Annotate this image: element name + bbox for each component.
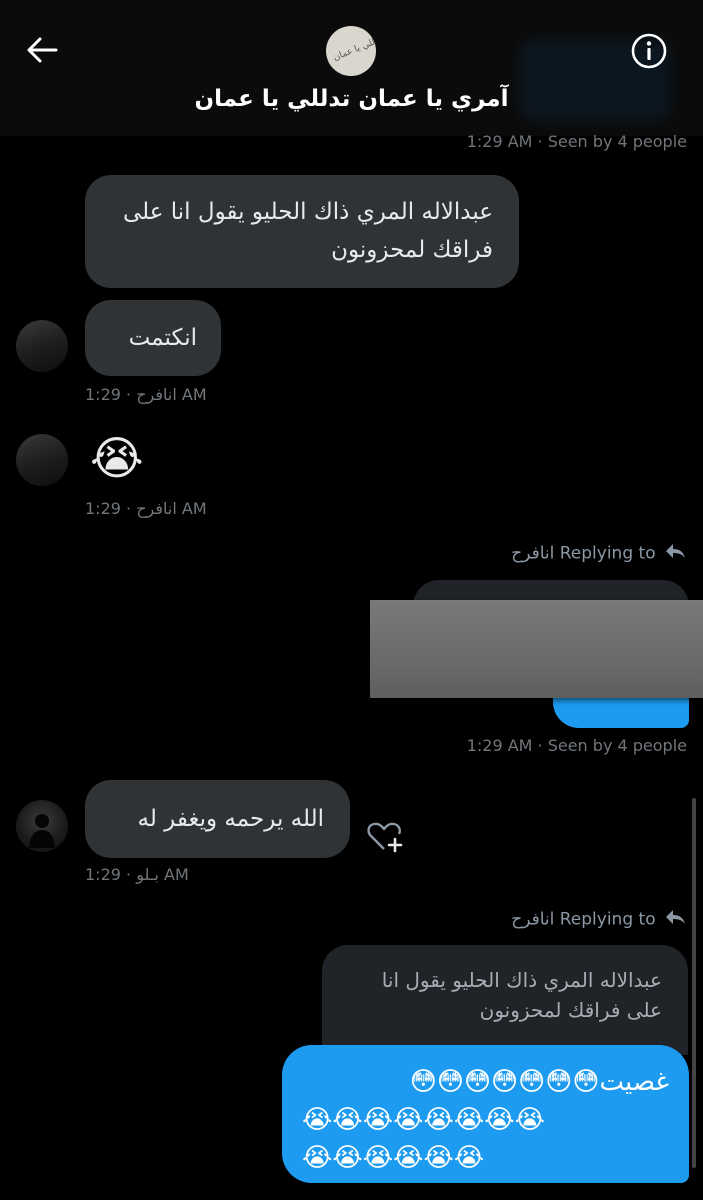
- emoji-message[interactable]: 😭: [90, 430, 144, 486]
- group-avatar-text: تدللي يا عمان: [331, 34, 376, 64]
- page-title: آمري يا عمان تدللي يا عمان: [194, 86, 509, 112]
- avatar[interactable]: [16, 800, 68, 852]
- replying-to-text: Replying to انافرح: [511, 543, 656, 564]
- reply-arrow-icon: [665, 908, 687, 931]
- message-meta: 1:29 AM · Seen by 4 people: [466, 736, 687, 755]
- message-text: عبدالاله المري ذاك الحليو يقول انا على ف…: [122, 199, 493, 263]
- sent-message-bubble[interactable]: غصيت😳😳😳😳😳😳😳 😭😭😭😭😭😭😭😭 😭😭😭😭😭😭: [282, 1045, 689, 1183]
- message-line: 😭😭😭😭😭😭: [302, 1143, 485, 1173]
- reply-arrow-icon: [665, 542, 687, 565]
- avatar[interactable]: [16, 320, 68, 372]
- message-line: غصيت😳😳😳😳😳😳😳: [409, 1067, 669, 1097]
- avatar[interactable]: [16, 434, 68, 486]
- add-reaction-icon[interactable]: [366, 818, 404, 858]
- replying-to-label: Replying to انافرح: [511, 908, 687, 931]
- replying-to-label: Replying to انافرح: [511, 542, 687, 565]
- quoted-message-text: عبدالاله المري ذاك الحليو يقول انا على ف…: [381, 968, 662, 1022]
- message-meta: انافرح · 1:29 AM: [85, 385, 207, 404]
- message-meta: 1:29 AM · Seen by 4 people: [466, 132, 687, 151]
- message-meta: بـلو · 1:29 AM: [85, 865, 189, 884]
- info-icon[interactable]: [628, 30, 670, 72]
- replying-to-text: Replying to انافرح: [511, 909, 656, 930]
- quoted-message[interactable]: عبدالاله المري ذاك الحليو يقول انا على ف…: [322, 945, 688, 1055]
- message-bubble[interactable]: انكتمت: [85, 300, 221, 376]
- message-text: الله يرحمه ويغفر له: [137, 806, 324, 832]
- message-text: انكتمت: [128, 325, 197, 351]
- message-meta: انافرح · 1:29 AM: [85, 499, 207, 518]
- back-arrow-icon[interactable]: [22, 30, 62, 70]
- message-bubble[interactable]: عبدالاله المري ذاك الحليو يقول انا على ف…: [85, 175, 519, 288]
- scrollbar[interactable]: [692, 798, 696, 1168]
- redacted-block: [370, 600, 703, 698]
- message-bubble[interactable]: الله يرحمه ويغفر له: [85, 780, 350, 858]
- message-line: 😭😭😭😭😭😭😭😭: [302, 1105, 546, 1135]
- group-avatar[interactable]: تدللي يا عمان: [326, 26, 376, 76]
